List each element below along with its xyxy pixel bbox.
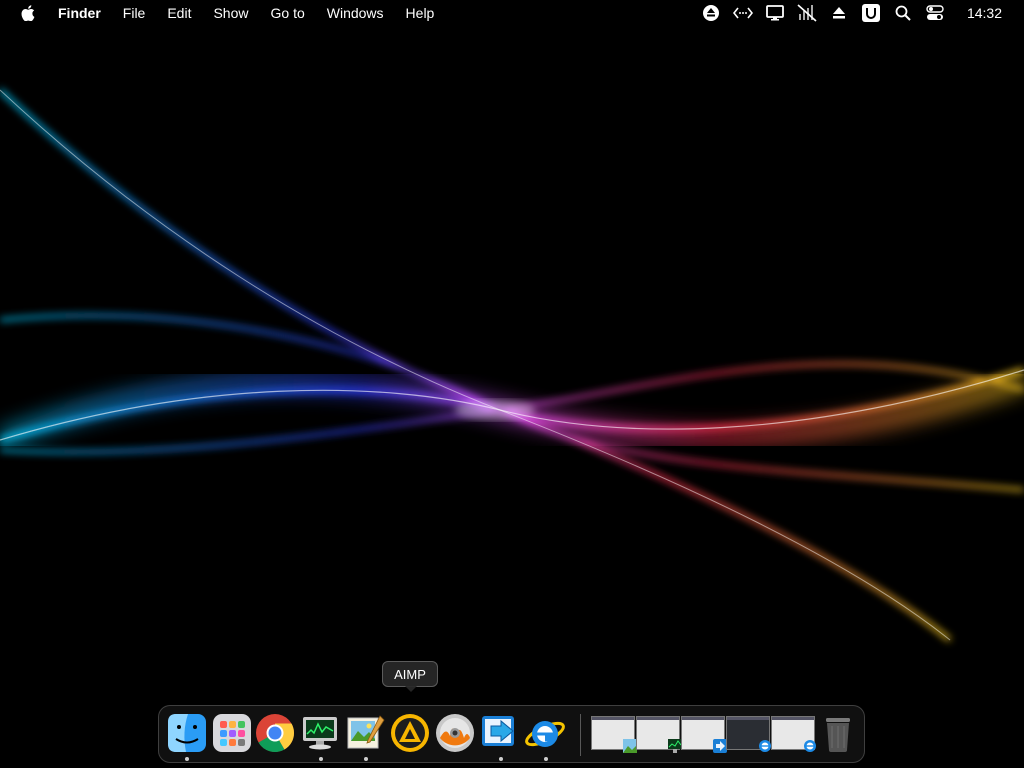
muted-network-icon[interactable]	[797, 3, 817, 23]
menu-windows[interactable]: Windows	[327, 5, 384, 21]
chrome-icon	[256, 714, 295, 753]
dock-app-image-editor[interactable]	[344, 712, 386, 754]
dock	[158, 705, 865, 763]
dock-separator	[580, 714, 581, 756]
menu-show[interactable]: Show	[213, 5, 248, 21]
dock-app-aimp[interactable]	[389, 712, 431, 754]
dock-app-finder[interactable]	[166, 712, 208, 754]
display-icon[interactable]	[765, 3, 785, 23]
trash-icon	[826, 718, 850, 752]
minimized-window-1[interactable]	[591, 716, 637, 753]
desktop-wallpaper	[0, 0, 1024, 768]
internet-explorer-icon	[803, 739, 817, 753]
activity-monitor-icon	[303, 717, 337, 750]
minimized-window-3[interactable]	[681, 716, 727, 753]
dock-app-disc-burner[interactable]	[434, 712, 476, 754]
eject-icon[interactable]	[829, 3, 849, 23]
minimized-window-5[interactable]	[771, 716, 817, 753]
dock-tooltip-label: AIMP	[394, 666, 426, 682]
menu-help[interactable]: Help	[406, 5, 435, 21]
launchpad-icon	[213, 714, 251, 752]
minimized-window-4[interactable]	[726, 716, 772, 753]
finder-icon	[168, 714, 206, 752]
menu-finder[interactable]: Finder	[58, 5, 101, 21]
apple-logo-icon[interactable]	[21, 4, 39, 21]
menu-edit[interactable]: Edit	[167, 5, 191, 21]
u-box-icon[interactable]	[861, 3, 881, 23]
running-indicator	[185, 757, 189, 761]
dock-tooltip: AIMP	[382, 661, 438, 692]
running-indicator	[499, 757, 503, 761]
image-editor-icon	[623, 739, 637, 753]
dock-app-launchpad[interactable]	[211, 712, 253, 754]
internet-explorer-icon	[525, 721, 565, 747]
running-indicator	[364, 757, 368, 761]
image-editor-icon	[347, 715, 385, 749]
dock-app-activity-monitor[interactable]	[299, 712, 341, 754]
dock-app-internet-explorer[interactable]	[524, 712, 566, 754]
running-indicator	[319, 757, 323, 761]
running-indicator	[544, 757, 548, 761]
code-arrows-icon[interactable]	[732, 3, 753, 23]
internet-explorer-icon	[758, 739, 772, 753]
menu-go-to[interactable]: Go to	[271, 5, 305, 21]
menu-file[interactable]: File	[123, 5, 146, 21]
control-center-icon[interactable]	[925, 3, 945, 23]
aimp-icon	[391, 714, 429, 752]
activity-monitor-icon	[668, 739, 682, 753]
dock-app-remote-desktop[interactable]	[479, 712, 521, 754]
status-menu-area: 14:32	[695, 0, 1024, 25]
minimized-window-2[interactable]	[636, 716, 682, 753]
dock-trash[interactable]	[817, 712, 859, 754]
disc-burner-icon	[436, 714, 474, 752]
dock-app-chrome[interactable]	[254, 712, 296, 754]
search-icon[interactable]	[893, 3, 913, 23]
menu-bar-clock[interactable]: 14:32	[967, 5, 1002, 21]
remote-desktop-icon	[482, 716, 514, 746]
eject-circle-icon[interactable]	[701, 3, 721, 23]
remote-desktop-icon	[713, 739, 727, 753]
